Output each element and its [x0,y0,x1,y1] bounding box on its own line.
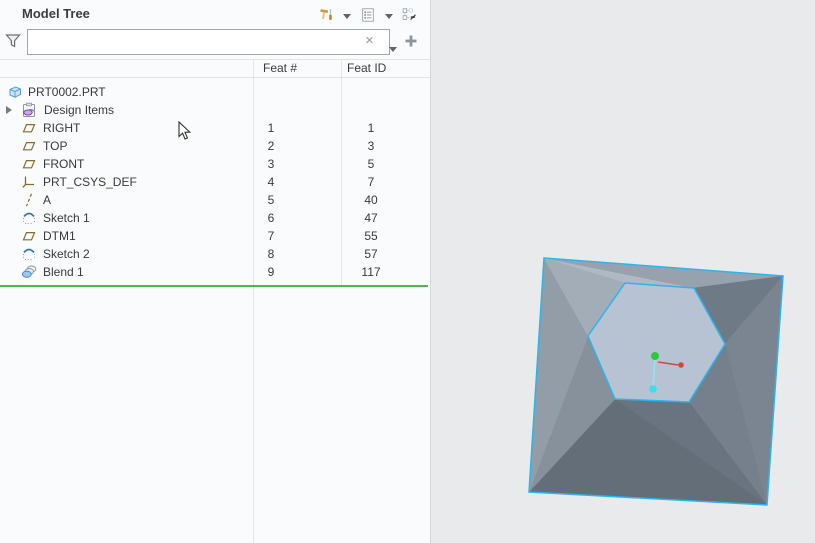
feat-number-cell: 4 [267,175,275,189]
tree-item-label[interactable]: PRT_CSYS_DEF [43,175,137,189]
feat-id-cell: 3 [367,139,375,153]
feat-number-cell: 2 [267,139,275,153]
model-tree-header: Model Tree [0,0,430,28]
tree-row-axis[interactable]: A 5 40 [0,191,430,209]
datum-plane-icon [21,120,37,136]
tree-item-label[interactable]: FRONT [43,157,84,171]
tree-item-label[interactable]: RIGHT [43,121,80,135]
tree-row-csys[interactable]: PRT_CSYS_DEF 4 7 [0,173,430,191]
tree-item-label[interactable]: PRT0002.PRT [28,85,106,99]
tree-item-label[interactable]: A [43,193,51,207]
datum-plane-icon [21,228,37,244]
expand-arrow-icon[interactable] [6,106,12,114]
tree-item-label[interactable]: Design Items [44,103,114,117]
model-3d-view[interactable] [431,0,815,543]
feat-number-cell: 6 [267,211,275,225]
feat-number-cell: 1 [267,121,275,135]
feat-id-cell: 1 [367,121,375,135]
clear-filter-icon[interactable]: × [365,33,374,49]
tree-row-sketch2[interactable]: Sketch 2 8 57 [0,245,430,263]
divider [0,77,430,78]
axis-icon [21,192,37,208]
part-icon [7,84,23,100]
tree-row-part[interactable]: PRT0002.PRT [0,83,430,101]
feat-id-cell: 40 [364,193,378,207]
model-tree-panel: Model Tree × Feat # Feat ID PRT0002.PRT [0,0,431,543]
tree-item-label[interactable]: DTM1 [43,229,76,243]
csys-icon [21,174,37,190]
feat-number-cell: 5 [267,193,275,207]
feat-id-cell: 117 [361,265,381,279]
feat-id-cell: 47 [364,211,378,225]
sketch-icon [21,246,37,262]
datum-plane-icon [21,156,37,172]
tree-row-sketch1[interactable]: Sketch 1 6 47 [0,209,430,227]
feat-id-cell: 57 [364,247,378,261]
show-hide-tree-items-icon[interactable] [398,3,422,27]
design-items-icon [21,102,37,118]
model-tree-list: PRT0002.PRT Design Items RIGHT 1 1 TOP 2… [0,83,430,281]
filter-funnel-icon[interactable] [4,32,22,55]
panel-title: Model Tree [22,6,90,21]
settings-dropdown-arrow[interactable] [385,6,393,24]
tree-row-blend1[interactable]: Blend 1 9 117 [0,263,430,281]
blend-icon [21,264,37,280]
insert-here-indicator[interactable] [0,285,428,287]
graphics-viewport[interactable] [431,0,815,543]
tree-item-label[interactable]: Sketch 2 [43,247,90,261]
tools-icon[interactable] [314,3,338,27]
sketch-icon [21,210,37,226]
csys-y-end [649,385,657,393]
tree-row-top[interactable]: TOP 2 3 [0,137,430,155]
csys-origin [651,352,659,360]
tree-item-label[interactable]: Blend 1 [43,265,84,279]
divider [0,59,430,60]
tree-row-design-items[interactable]: Design Items [0,101,430,119]
csys-x-end [678,362,684,368]
feat-number-cell: 7 [267,229,275,243]
feat-number-cell: 9 [267,265,275,279]
tree-item-label[interactable]: Sketch 1 [43,211,90,225]
tree-filter-input[interactable] [27,29,390,55]
feat-id-cell: 7 [367,175,375,189]
tree-row-front[interactable]: FRONT 3 5 [0,155,430,173]
tree-row-dtm1[interactable]: DTM1 7 55 [0,227,430,245]
tree-item-label[interactable]: TOP [43,139,67,153]
feat-id-cell: 5 [367,157,375,171]
tools-dropdown-arrow[interactable] [343,6,351,24]
filter-dropdown-arrow[interactable] [389,39,397,57]
column-header-feat-id[interactable]: Feat ID [347,61,386,75]
feat-number-cell: 8 [267,247,275,261]
feat-number-cell: 3 [267,157,275,171]
datum-plane-icon [21,138,37,154]
add-filter-plus-icon[interactable] [404,34,418,53]
column-header-feat-number[interactable]: Feat # [263,61,297,75]
tree-settings-icon[interactable] [356,3,380,27]
feat-id-cell: 55 [364,229,378,243]
mouse-cursor [178,120,192,146]
tree-row-right[interactable]: RIGHT 1 1 [0,119,430,137]
creo-model-tree-window: Model Tree × Feat # Feat ID PRT0002.PRT [0,0,815,543]
